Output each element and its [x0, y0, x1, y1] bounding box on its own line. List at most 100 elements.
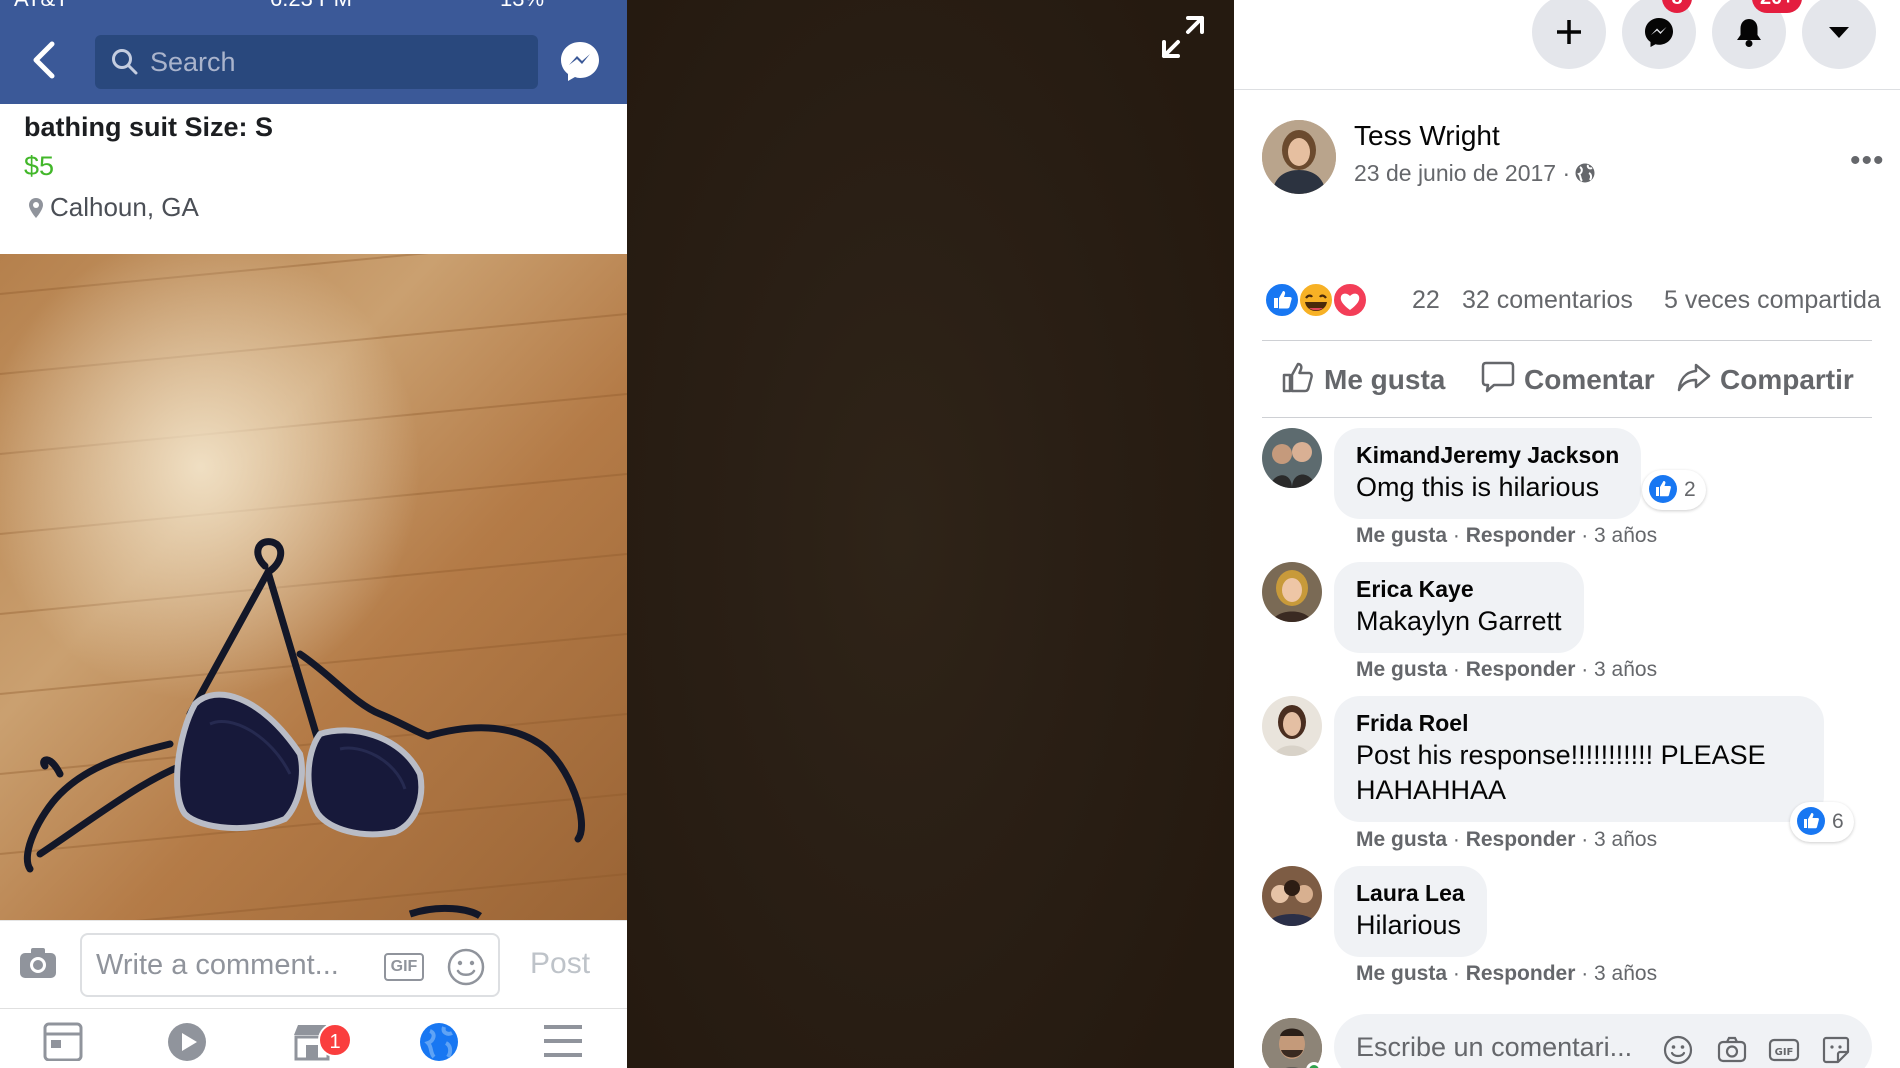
- listing-location-text: Calhoun, GA: [50, 192, 199, 222]
- comment-avatar[interactable]: [1262, 428, 1322, 488]
- comment-like-link[interactable]: Me gusta: [1356, 658, 1447, 681]
- comment-like-link[interactable]: Me gusta: [1356, 962, 1447, 985]
- location-pin-icon: [28, 195, 44, 226]
- create-button[interactable]: [1532, 0, 1606, 69]
- comment-text: Omg this is hilarious: [1356, 472, 1600, 502]
- comment-avatar[interactable]: [1262, 866, 1322, 926]
- listing-location: Calhoun, GA: [28, 192, 199, 226]
- mobile-tab-bar: 1: [0, 1008, 627, 1068]
- write-comment-field[interactable]: GIF: [1334, 1014, 1872, 1068]
- search-icon: [111, 48, 139, 81]
- top-nav: 8 20+: [1234, 0, 1900, 90]
- watch-icon[interactable]: [166, 1021, 208, 1068]
- notifications-button[interactable]: 20+: [1712, 0, 1802, 69]
- write-comment-input[interactable]: [1356, 1014, 1666, 1068]
- back-chevron-icon[interactable]: [28, 40, 58, 80]
- comment-meta: Me gusta · Responder · 3 años: [1356, 524, 1658, 547]
- like-reaction-icon: [1797, 807, 1825, 835]
- post-date[interactable]: 23 de junio de 2017 ·: [1354, 160, 1596, 190]
- comment-item: KimandJeremy Jackson Omg this is hilario…: [1262, 428, 1872, 558]
- comment-label: Comentar: [1524, 364, 1655, 395]
- author-avatar[interactable]: [1262, 120, 1336, 194]
- emoji-icon[interactable]: [1662, 1034, 1694, 1068]
- globe-icon: [1574, 162, 1596, 190]
- comment-time[interactable]: 3 años: [1594, 658, 1657, 681]
- clock-label: 6:23 PM: [270, 0, 352, 12]
- comment-avatar[interactable]: [1262, 562, 1322, 622]
- marketplace-badge: 1: [318, 1023, 352, 1057]
- comment-author[interactable]: Laura Lea: [1356, 878, 1465, 908]
- messenger-icon: [1645, 18, 1673, 47]
- listing-price: $5: [24, 151, 55, 181]
- listing-info: bathing suit Size: S $5 Calhoun, GA: [0, 104, 627, 254]
- comment-avatar[interactable]: [1262, 696, 1322, 756]
- comment-like-count: 6: [1832, 810, 1844, 833]
- photo-viewer-background: [627, 0, 1234, 1068]
- shares-count[interactable]: 5 veces compartida: [1664, 286, 1881, 315]
- share-icon: [1677, 363, 1711, 392]
- fullscreen-icon[interactable]: [1158, 12, 1208, 62]
- author-name[interactable]: Tess Wright: [1354, 120, 1500, 152]
- comments-count[interactable]: 32 comentarios: [1462, 286, 1633, 315]
- phone-screenshot: AT&T 6:23 PM 13% bathing suit Size: S $5…: [0, 0, 627, 1068]
- emoji-icon[interactable]: [446, 947, 486, 992]
- mobile-comment-input[interactable]: [96, 935, 376, 995]
- svg-text:GIF: GIF: [1775, 1047, 1794, 1058]
- messenger-button[interactable]: 8: [1622, 0, 1696, 69]
- comment-time[interactable]: 3 años: [1594, 828, 1657, 851]
- mobile-comment-field[interactable]: GIF: [80, 933, 500, 997]
- reactions-count[interactable]: 22: [1412, 286, 1452, 315]
- comment-reactions[interactable]: 6: [1790, 802, 1854, 842]
- messenger-badge: 8: [1662, 0, 1692, 13]
- comment-time[interactable]: 3 años: [1594, 962, 1657, 985]
- like-reaction-icon: [1649, 475, 1677, 503]
- caret-down-icon: [1829, 27, 1849, 38]
- camera-icon[interactable]: [18, 946, 58, 985]
- like-label: Me gusta: [1324, 364, 1446, 395]
- share-label: Compartir: [1720, 364, 1854, 395]
- menu-icon[interactable]: [542, 1021, 584, 1066]
- comment-reply-link[interactable]: Responder: [1466, 962, 1576, 985]
- current-user-avatar[interactable]: [1262, 1018, 1322, 1068]
- phone-search-box[interactable]: [95, 35, 538, 89]
- comment-meta: Me gusta · Responder · 3 años: [1356, 828, 1658, 851]
- comment-reply-link[interactable]: Responder: [1466, 658, 1576, 681]
- comment-reply-link[interactable]: Responder: [1466, 524, 1576, 547]
- comment-author[interactable]: Frida Roel: [1356, 708, 1802, 738]
- comment-bubble: Frida Roel Post his response!!!!!!!!!!! …: [1334, 696, 1824, 822]
- comment-time[interactable]: 3 años: [1594, 524, 1657, 547]
- like-button[interactable]: Me gusta: [1280, 359, 1445, 396]
- gif-icon[interactable]: GIF: [1768, 1034, 1800, 1068]
- phone-search-input[interactable]: [150, 35, 530, 89]
- comment-author[interactable]: KimandJeremy Jackson: [1356, 440, 1619, 470]
- account-menu-button[interactable]: [1802, 0, 1876, 69]
- post-header: Tess Wright 23 de junio de 2017 · •••: [1262, 120, 1884, 200]
- share-button[interactable]: Compartir: [1676, 359, 1854, 396]
- bell-icon: [1737, 19, 1761, 47]
- post-options-button[interactable]: •••: [1850, 144, 1885, 178]
- battery-label: 13%: [500, 0, 544, 12]
- comment-text: HAHAHHAA: [1356, 775, 1507, 805]
- globe-icon[interactable]: [418, 1021, 460, 1068]
- comment-reactions[interactable]: 2: [1642, 470, 1706, 510]
- comment-button[interactable]: Comentar: [1480, 359, 1655, 396]
- comment-author[interactable]: Erica Kaye: [1356, 574, 1562, 604]
- gif-button[interactable]: GIF: [384, 953, 424, 981]
- comment-text: Makaylyn Garrett: [1356, 606, 1562, 636]
- comment-bubble: Erica Kaye Makaylyn Garrett: [1334, 562, 1584, 653]
- sticker-icon[interactable]: [1820, 1034, 1852, 1068]
- reaction-icons[interactable]: [1264, 282, 1368, 318]
- comment-item: Laura Lea Hilarious Me gusta · Responder…: [1262, 866, 1872, 996]
- comment-like-link[interactable]: Me gusta: [1356, 524, 1447, 547]
- messenger-icon[interactable]: [558, 39, 602, 83]
- camera-icon[interactable]: [1716, 1034, 1748, 1068]
- comment-text: Post his response!!!!!!!!!!! PLEASE: [1356, 740, 1766, 770]
- post-button[interactable]: Post: [530, 947, 590, 981]
- online-status-dot: [1306, 1062, 1322, 1068]
- carrier-label: AT&T: [14, 0, 69, 12]
- comment-item: Frida Roel Post his response!!!!!!!!!!! …: [1262, 696, 1872, 866]
- comment-reply-link[interactable]: Responder: [1466, 828, 1576, 851]
- news-feed-icon[interactable]: [42, 1021, 84, 1066]
- listing-photo[interactable]: [0, 254, 627, 920]
- comment-like-link[interactable]: Me gusta: [1356, 828, 1447, 851]
